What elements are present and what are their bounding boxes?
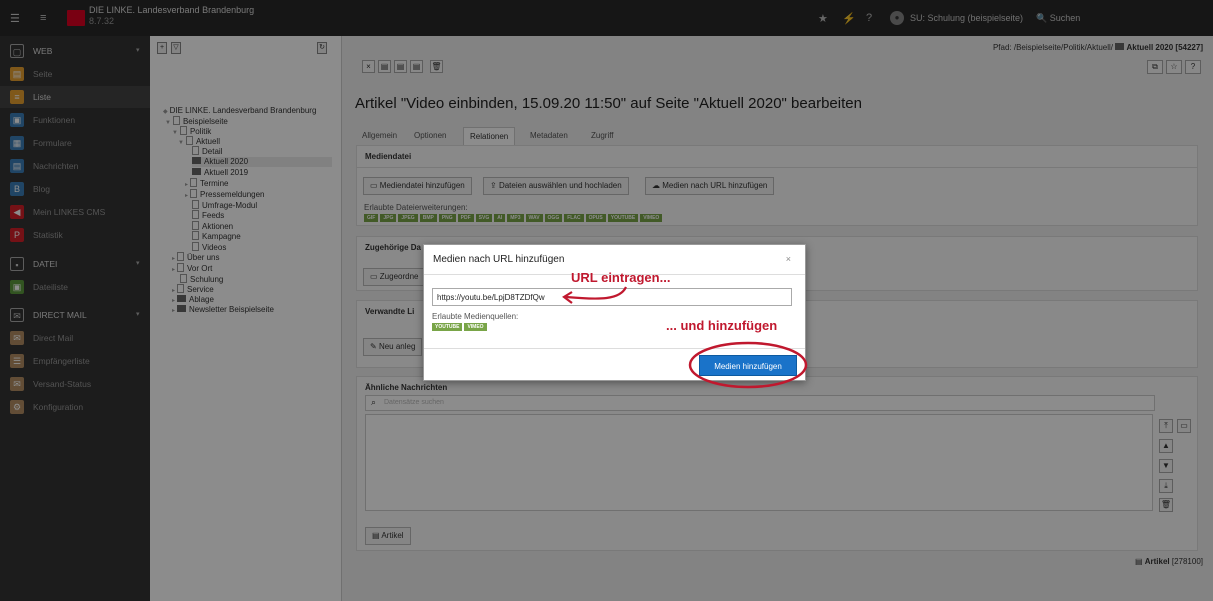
annotation-overlay bbox=[562, 286, 808, 389]
annotation-arrow bbox=[565, 286, 627, 300]
annotation-circle bbox=[688, 341, 808, 389]
